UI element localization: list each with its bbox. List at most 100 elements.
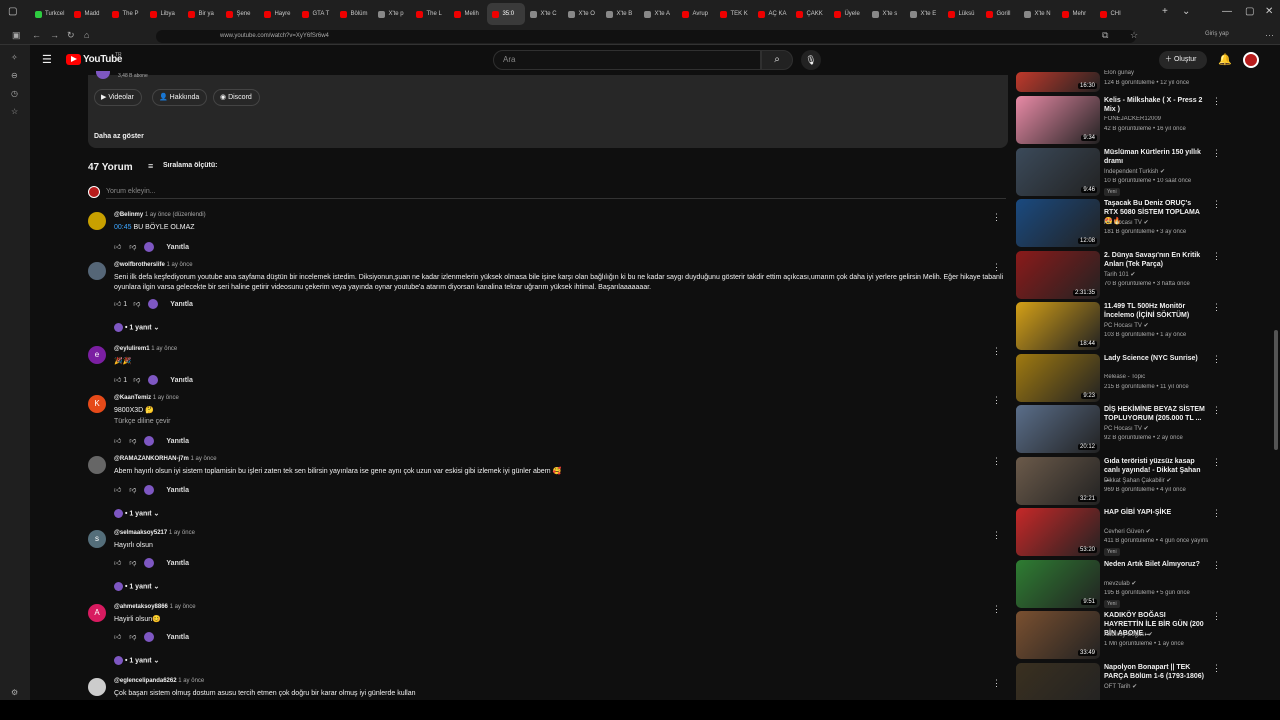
video-thumbnail[interactable]: 9:51 — [1016, 559, 1100, 608]
comment-menu-icon[interactable]: ⋮ — [992, 456, 1001, 467]
video-menu-icon[interactable]: ⋮ — [1212, 663, 1221, 674]
video-channel-row[interactable]: Cevheri Güven ✔ — [1104, 528, 1208, 535]
related-video-item[interactable]: 20:12 DİŞ HEKİMİNE BEYAZ SİSTEM TOPLUYORU… — [1016, 405, 1221, 453]
browser-tab[interactable]: GTA T — [297, 3, 335, 25]
reply-button[interactable]: Yanıtla — [166, 634, 189, 641]
video-channel-row[interactable]: PC Hocası TV ✔ — [1104, 219, 1208, 226]
video-channel-row[interactable]: OFT Tarih ✔ — [1104, 683, 1208, 690]
favorites-icon[interactable]: ☆ — [11, 107, 18, 116]
minimize-icon[interactable]: — — [1222, 6, 1232, 17]
browser-tab[interactable]: CHI — [1095, 3, 1133, 25]
browser-tab[interactable]: Melih — [449, 3, 487, 25]
forward-icon[interactable]: → — [50, 30, 59, 40]
bookmark-star-icon[interactable]: ☆ — [1130, 30, 1138, 41]
dislike-icon[interactable]: 👎︎ — [129, 438, 136, 445]
video-menu-icon[interactable]: ⋮ — [1212, 302, 1221, 313]
video-thumbnail[interactable]: 2:31:35 — [1016, 250, 1100, 299]
browser-tab[interactable]: Lüksü — [943, 3, 981, 25]
commenter-handle[interactable]: @RAMAZANKORHAN-j7m — [114, 456, 189, 462]
browser-tab[interactable]: X'te B — [601, 3, 639, 25]
video-thumbnail[interactable]: 20:12 — [1016, 405, 1100, 453]
related-video-item[interactable]: 18:44 11.499 TL 500Hz Monitör İncelemo (İ… — [1016, 302, 1221, 350]
related-video-item[interactable]: 9:51 Neden Artık Bilet Almıyoruz? mevzulab… — [1016, 559, 1221, 608]
video-thumbnail[interactable]: 32:21 — [1016, 456, 1100, 505]
related-video-item[interactable]: 33:49 KADIKÖY BOĞASI HAYRETTİN İLE BİR GÜ… — [1016, 611, 1221, 659]
video-menu-icon[interactable]: ⋮ — [1212, 96, 1221, 107]
translate-link[interactable]: Türkçe diline çevir — [114, 417, 1004, 427]
add-comment-input[interactable]: Yorum ekleyin... — [106, 188, 156, 195]
browser-tab[interactable]: Hayre — [259, 3, 297, 25]
history-icon[interactable]: ◷ — [11, 89, 18, 98]
videos-link-button[interactable]: ▶ Videolar — [94, 89, 142, 106]
browser-tab[interactable]: Gorill — [981, 3, 1019, 25]
browser-tab[interactable]: ÇAKK — [791, 3, 829, 25]
commenter-handle[interactable]: @selmaaksoy5217 — [114, 530, 167, 536]
video-title[interactable]: DİŞ HEKİMİNE BEYAZ SİSTEM TOPLUYORUM (20… — [1104, 405, 1206, 423]
video-thumbnail[interactable]: 12:08 — [1016, 199, 1100, 247]
reload-icon[interactable]: ↻ — [67, 30, 75, 41]
related-video-item[interactable]: 32:21 Gıda teröristi yüzsüz kasap canlı y… — [1016, 456, 1221, 505]
browser-tab[interactable]: 35:0 — [487, 3, 526, 25]
avatar[interactable] — [1243, 52, 1259, 68]
close-window-icon[interactable]: ✕ — [1265, 6, 1273, 17]
video-thumbnail[interactable]: 18:44 — [1016, 302, 1100, 350]
back-icon[interactable]: ← — [32, 30, 41, 40]
search-button[interactable]: ⌕ — [761, 50, 793, 70]
video-channel-row[interactable]: PC Hocası TV ✔ — [1104, 425, 1208, 432]
view-replies-button[interactable]: • 1 yanıt ⌄ — [114, 509, 159, 518]
url-field[interactable]: www.youtube.com/watch?v=XyY6fSr6w4 — [156, 30, 1136, 43]
about-link-button[interactable]: 👤 Hakkında — [152, 89, 208, 106]
commenter-avatar[interactable]: A — [88, 604, 106, 622]
related-video-item[interactable]: 9:34 Kelis - Milkshake ( X - Press 2 Mix … — [1016, 96, 1221, 144]
video-thumbnail[interactable]: 9:46 — [1016, 147, 1100, 196]
dislike-icon[interactable]: 👎︎ — [133, 301, 140, 308]
video-menu-icon[interactable]: ⋮ — [1212, 405, 1221, 416]
video-channel-row[interactable]: Release - Topic — [1104, 374, 1208, 380]
browser-tab[interactable]: X'te E — [905, 3, 943, 25]
like-icon[interactable]: 👍︎ — [114, 634, 121, 641]
video-channel-row[interactable]: Independent Turkish ✔ — [1104, 168, 1208, 175]
video-menu-icon[interactable]: ⋮ — [1212, 354, 1221, 365]
related-video-item[interactable]: 9:23 Lady Science (NYC Sunrise) Release - … — [1016, 353, 1221, 402]
browser-tab[interactable]: X'te C — [525, 3, 563, 25]
comment-menu-icon[interactable]: ⋮ — [992, 212, 1001, 223]
channel-avatar[interactable] — [96, 71, 110, 79]
related-video-item[interactable]: 12:08 Taşacak Bu Deniz ORUÇ's RTX 5080 Sİ… — [1016, 199, 1221, 247]
video-channel-row[interactable]: Dikkat Şahan Çakabilir ✔ — [1104, 477, 1208, 484]
sort-icon[interactable]: ≡ — [148, 161, 153, 171]
browser-tab[interactable]: The P — [107, 3, 145, 25]
browser-tab[interactable]: X'te s — [867, 3, 905, 25]
video-channel[interactable]: Elon gunay — [1104, 70, 1208, 76]
video-menu-icon[interactable]: ⋮ — [1212, 148, 1221, 159]
signin-button[interactable]: Giriş yap — [1205, 31, 1229, 37]
commenter-avatar[interactable]: s — [88, 530, 106, 548]
video-title[interactable]: Kelis - Milkshake ( X - Press 2 Mix ) — [1104, 96, 1206, 114]
extension-icon[interactable]: ⧉ — [1102, 30, 1108, 41]
sidebar-toggle-icon[interactable]: ▣ — [12, 30, 21, 41]
video-thumbnail[interactable]: 16:30 — [1016, 72, 1100, 92]
commenter-avatar[interactable]: e — [88, 346, 106, 364]
browser-tab[interactable]: X'te N — [1019, 3, 1057, 25]
maximize-icon[interactable]: ▢ — [1245, 6, 1254, 17]
comment-menu-icon[interactable]: ⋮ — [992, 346, 1001, 357]
like-icon[interactable]: 👍︎ — [114, 244, 121, 251]
like-icon[interactable]: 👍︎ — [114, 487, 121, 494]
voice-search-icon[interactable]: 🎙 — [801, 50, 821, 70]
like-icon[interactable]: 👍︎ — [114, 560, 121, 567]
page-scrollbar[interactable] — [1274, 330, 1278, 450]
dislike-icon[interactable]: 👎︎ — [133, 377, 140, 384]
show-less-button[interactable]: Daha az göster — [94, 133, 144, 140]
new-tab-icon[interactable]: + — [1162, 6, 1168, 17]
video-menu-icon[interactable]: ⋮ — [1212, 611, 1221, 622]
video-channel-row[interactable]: PC Hocası TV ✔ — [1104, 322, 1208, 329]
commenter-handle[interactable]: @KaanTemiz — [114, 395, 151, 401]
discord-link-button[interactable]: ◉ Discord — [213, 89, 260, 106]
like-icon[interactable]: 👍︎ — [114, 377, 121, 384]
video-menu-icon[interactable]: ⋮ — [1212, 199, 1221, 210]
downloads-icon[interactable]: ⊖ — [11, 71, 18, 80]
browser-tab[interactable]: TEK K — [715, 3, 753, 25]
commenter-avatar[interactable]: K — [88, 395, 106, 413]
browser-tab[interactable]: The L — [411, 3, 449, 25]
video-title[interactable]: Lady Science (NYC Sunrise) — [1104, 354, 1206, 363]
related-video-item[interactable]: 53:20 HAP GİBİ YAPI-ŞİKE Cevheri Güven ✔ 41… — [1016, 508, 1221, 556]
